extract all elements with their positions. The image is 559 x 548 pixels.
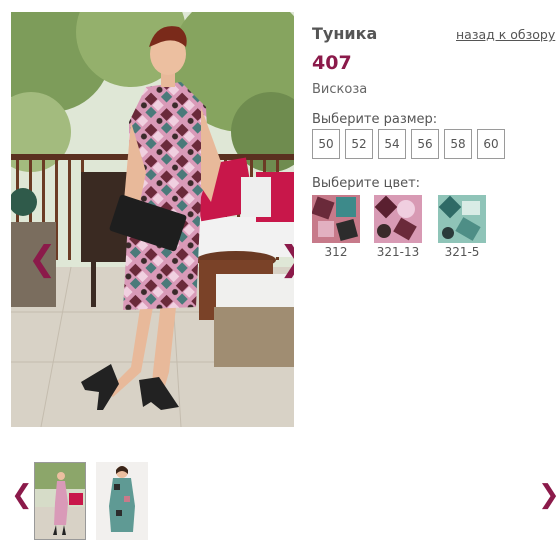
thumbnails-next-arrow[interactable]: ❯ xyxy=(538,480,559,510)
size-select-label: Выберите размер: xyxy=(312,112,438,127)
color-option-321-5[interactable]: 321-5 xyxy=(438,195,486,259)
color-code: 312 xyxy=(324,245,348,259)
product-article: 407 xyxy=(312,52,352,74)
size-options: 50 52 54 56 58 60 xyxy=(312,129,505,159)
size-option-58[interactable]: 58 xyxy=(444,129,472,159)
color-swatch-image xyxy=(438,195,486,243)
product-material: Вискоза xyxy=(312,82,368,97)
thumbnail-image xyxy=(96,462,148,540)
product-main-photo: ❮ ❯ xyxy=(11,12,294,427)
thumbnail-image xyxy=(35,463,85,539)
back-to-overview-link[interactable]: назад к обзору xyxy=(456,27,555,42)
color-select-label: Выберите цвет: xyxy=(312,176,421,191)
size-option-52[interactable]: 52 xyxy=(345,129,373,159)
thumbnail-1[interactable] xyxy=(34,462,86,540)
gallery-prev-arrow[interactable]: ❮ xyxy=(28,242,57,282)
size-option-60[interactable]: 60 xyxy=(477,129,505,159)
color-code: 321-5 xyxy=(444,245,480,259)
thumbnail-2[interactable] xyxy=(96,462,148,540)
color-option-312[interactable]: 312 xyxy=(312,195,360,259)
thumbnails-prev-arrow[interactable]: ❮ xyxy=(11,480,33,510)
gallery-next-arrow[interactable]: ❯ xyxy=(279,242,294,282)
color-swatch-image xyxy=(374,195,422,243)
color-swatch-image xyxy=(312,195,360,243)
size-option-50[interactable]: 50 xyxy=(312,129,340,159)
color-code: 321-13 xyxy=(376,245,420,259)
size-option-56[interactable]: 56 xyxy=(411,129,439,159)
size-option-54[interactable]: 54 xyxy=(378,129,406,159)
color-option-321-13[interactable]: 321-13 xyxy=(374,195,422,259)
product-photo-image xyxy=(11,12,294,427)
product-title: Туника xyxy=(312,24,378,43)
